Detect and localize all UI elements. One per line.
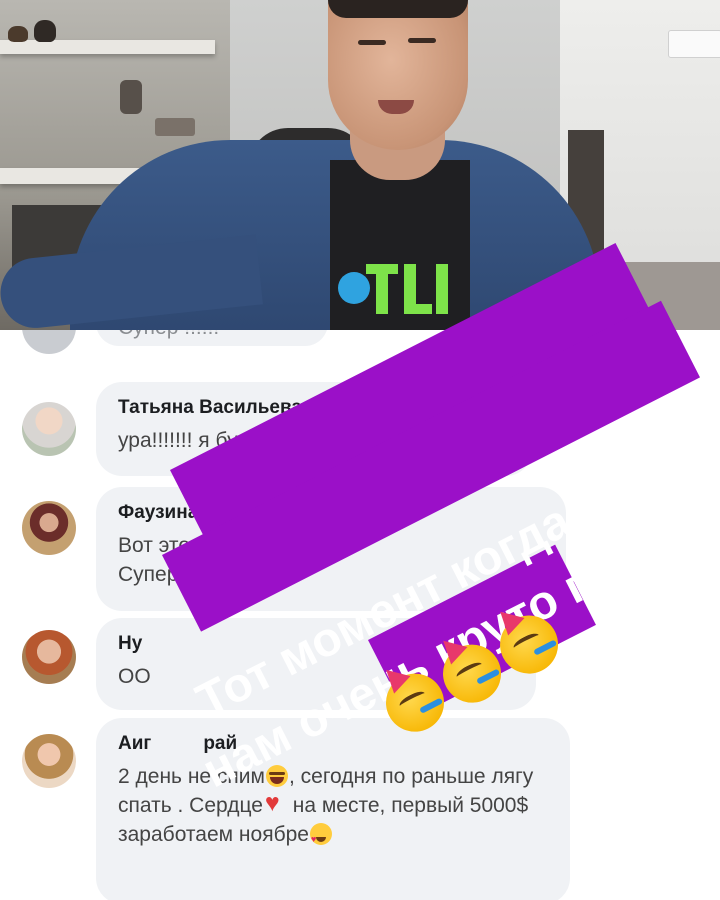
comment-text: Супер !!!!!! [118,330,306,342]
comment-author-part: рай [203,733,238,754]
avatar[interactable] [22,330,76,354]
decoration [120,80,142,114]
eyebrow [408,38,436,43]
speaker-hair [328,0,468,18]
comment-bubble[interactable]: Супер !!!!!! [96,330,328,346]
comment-author[interactable]: Аиг рай [118,732,548,756]
eyebrow [358,40,386,45]
heart-eyes-emoji-icon [309,823,332,854]
air-conditioner [668,30,720,58]
vase [34,20,56,42]
avatar[interactable] [22,402,76,456]
speaker-face [328,0,468,150]
comment-text: Вот это подарки с [118,534,292,557]
comment-bubble[interactable]: Аиг рай 2 день не спим, сегодня по раньше… [96,718,570,900]
fire-emoji-icon [233,563,255,585]
comment-bubble[interactable]: Ну ОО [96,618,536,710]
grinning-emoji-icon [209,563,232,585]
sofa [585,262,720,330]
comment-author[interactable]: Татьяна Васильева [118,396,510,420]
comment-text: Супер! [118,563,185,586]
comment-text: 2 день не спим [118,765,265,788]
comment-author[interactable]: Ну [118,632,514,656]
heart-emoji-icon [264,789,286,818]
thumbs-up-emoji-icon [185,563,207,585]
live-video-frame [0,0,720,330]
comment-bubble[interactable]: Татьяна Васильева ура!!!!!!! я буду в МО… [96,382,532,476]
comment-text: ОО [118,665,151,688]
tshirt-logo [338,264,448,314]
decoration [155,118,195,136]
comment-author[interactable]: Фаузина Борисова [118,501,544,525]
comments-list: Супер !!!!!! Татьяна Васильева ура!!!!!!… [0,330,720,900]
comment-text: ура!!!!!!! я буду в МОСКВЕ!!!!!!!!!!!!!!… [118,429,460,452]
vase [8,26,28,42]
shelf [0,40,215,54]
tears-of-joy-emoji-icon [265,765,288,787]
comment-author-part: Аиг [118,733,152,754]
avatar[interactable] [22,630,76,684]
avatar[interactable] [22,501,76,555]
avatar[interactable] [22,734,76,788]
comment-bubble[interactable]: Фаузина Борисова Вот это подарки с Супер… [96,487,566,611]
